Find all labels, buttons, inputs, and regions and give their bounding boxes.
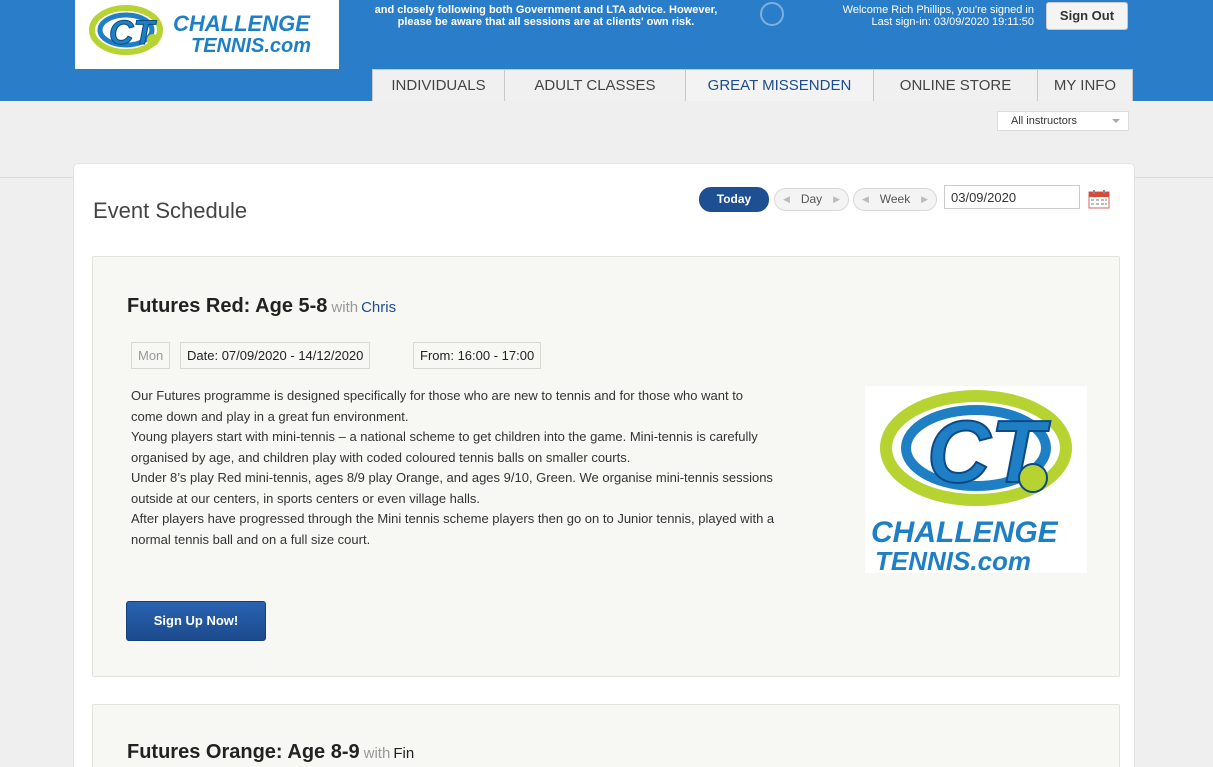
instructor-select-value: All instructors bbox=[1011, 115, 1078, 127]
day-nav-label: Day bbox=[800, 192, 823, 206]
svg-text:CT: CT bbox=[109, 14, 158, 52]
chevron-right-icon[interactable]: ▶ bbox=[921, 189, 928, 210]
event-logo-graphic: CT CHALLENGE TENNIS.com bbox=[871, 390, 1072, 576]
sign-out-button[interactable]: Sign Out bbox=[1046, 2, 1128, 30]
last-signin-line: Last sign-in: 03/09/2020 19:11:50 bbox=[871, 16, 1034, 28]
description-line: normal tennis ball and on a full size co… bbox=[131, 531, 371, 547]
calendar-icon[interactable] bbox=[1088, 189, 1110, 209]
site-logo[interactable]: CT CHALLENGE TENNIS.com bbox=[75, 0, 339, 69]
chevron-left-icon[interactable]: ◀ bbox=[862, 189, 869, 210]
chevron-right-icon[interactable]: ▶ bbox=[833, 189, 840, 210]
event-logo-image: CT CHALLENGE TENNIS.com bbox=[865, 386, 1087, 576]
description-line: come down and play in a great fun enviro… bbox=[131, 408, 409, 424]
event-card: Futures Red: Age 5-8 with Chris Mon Date: … bbox=[92, 256, 1120, 677]
today-button[interactable]: Today bbox=[699, 187, 769, 212]
chevron-down-icon bbox=[1112, 119, 1120, 123]
sign-up-button[interactable]: Sign Up Now! bbox=[126, 601, 266, 641]
week-nav-button[interactable]: ◀ Week ▶ bbox=[853, 188, 937, 211]
event-logo-line1: CHALLENGE bbox=[871, 516, 1059, 549]
event-day-badge: Mon bbox=[131, 342, 171, 369]
chevron-left-icon[interactable]: ◀ bbox=[783, 189, 790, 210]
instructor-select[interactable]: All instructors bbox=[997, 111, 1129, 131]
loading-spinner-icon bbox=[760, 2, 784, 26]
tab-great-missenden[interactable]: GREAT MISSENDEN bbox=[685, 69, 874, 101]
date-field[interactable] bbox=[944, 185, 1080, 209]
description-line: After players have progressed through th… bbox=[131, 511, 775, 526]
page-title: Event Schedule bbox=[93, 198, 248, 223]
schedule-panel: Event Schedule Today ◀ Day ▶ ◀ Week ▶ Fu… bbox=[73, 163, 1135, 767]
notice-line-2: please be aware that all sessions are at… bbox=[397, 16, 695, 28]
logo-text-line1: CHALLENGE bbox=[173, 11, 311, 36]
event-date-badge: Date: 07/09/2020 - 14/12/2020 bbox=[180, 342, 371, 369]
instructor-link[interactable]: Chris bbox=[361, 299, 396, 316]
event-title: Futures Orange: Age 8-9 with Fin bbox=[127, 741, 414, 764]
event-name: Futures Orange: Age 8-9 bbox=[127, 741, 360, 763]
welcome-line: Welcome Rich Phillips, you're signed in bbox=[842, 4, 1034, 16]
event-name: Futures Red: Age 5-8 bbox=[127, 295, 328, 317]
event-time-badge: From: 16:00 - 17:00 bbox=[413, 342, 542, 369]
tab-individuals[interactable]: INDIVIDUALS bbox=[372, 69, 505, 101]
from-label: From: bbox=[420, 348, 454, 363]
with-label: with bbox=[363, 745, 391, 762]
description-line: outside at our centers, in sports center… bbox=[131, 490, 481, 506]
event-title: Futures Red: Age 5-8 with Chris bbox=[127, 295, 396, 318]
instructor-link[interactable]: Fin bbox=[393, 745, 414, 762]
week-nav-label: Week bbox=[879, 192, 911, 206]
day-nav-button[interactable]: ◀ Day ▶ bbox=[774, 188, 849, 211]
description-line: Young players start with mini-tennis – a… bbox=[131, 429, 758, 444]
notice-line-1: and closely following both Government an… bbox=[374, 4, 718, 16]
event-description: Our Futures programme is designed specif… bbox=[131, 386, 851, 550]
description-line: Our Futures programme is designed specif… bbox=[131, 388, 744, 403]
date-range: 07/09/2020 - 14/12/2020 bbox=[221, 348, 364, 363]
tab-online-store[interactable]: ONLINE STORE bbox=[873, 69, 1038, 101]
description-line: Under 8’s play Red mini-tennis, ages 8/9… bbox=[131, 470, 773, 485]
logo-text-line2: TENNIS.com bbox=[191, 35, 311, 57]
tab-my-info[interactable]: MY INFO bbox=[1037, 69, 1133, 101]
top-header: CT CHALLENGE TENNIS.com and closely foll… bbox=[0, 0, 1213, 101]
event-card: Futures Orange: Age 8-9 with Fin bbox=[92, 704, 1120, 767]
with-label: with bbox=[331, 299, 359, 316]
welcome-message: Welcome Rich Phillips, you're signed in … bbox=[800, 4, 1034, 28]
main-nav-tabs: INDIVIDUALS ADULT CLASSES GREAT MISSENDE… bbox=[372, 69, 1133, 101]
site-logo-graphic: CT CHALLENGE TENNIS.com bbox=[89, 5, 311, 57]
description-line: organised by age, and children play with… bbox=[131, 449, 631, 465]
tab-adult-classes[interactable]: ADULT CLASSES bbox=[504, 69, 686, 101]
time-range: 16:00 - 17:00 bbox=[457, 348, 535, 363]
event-logo-line2: TENNIS.com bbox=[875, 546, 1031, 573]
date-label: Date: bbox=[187, 348, 219, 363]
covid-notice: and closely following both Government an… bbox=[346, 4, 746, 28]
